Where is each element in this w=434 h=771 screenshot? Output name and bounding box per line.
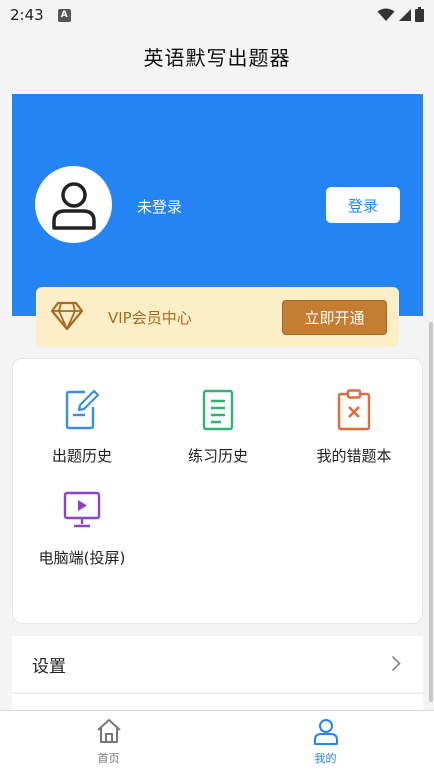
tab-home[interactable]: 首页 [0, 711, 217, 771]
avatar[interactable] [35, 166, 112, 243]
settings-label: 设置 [32, 656, 66, 677]
profile-scroll-area[interactable]: 未登录 登录 VIP会员中心 立即开通 出题历史 练习历史 我的错题本 电脑端(… [0, 82, 434, 710]
battery-icon [415, 7, 424, 22]
login-button[interactable]: 登录 [326, 187, 400, 223]
chevron-right-icon [391, 655, 401, 672]
grid-item-label: 出题历史 [51, 447, 112, 465]
grid-item-label: 我的错题本 [316, 447, 392, 465]
vip-activate-button[interactable]: 立即开通 [282, 300, 387, 335]
vip-banner[interactable]: VIP会员中心 立即开通 [36, 287, 399, 347]
grid-item-question-history[interactable]: 出题历史 [17, 389, 147, 479]
monitor-play-icon [63, 491, 101, 528]
edit-document-icon [65, 389, 99, 430]
tab-mine[interactable]: 我的 [217, 711, 434, 771]
grid-item-mistake-book[interactable]: 我的错题本 [289, 389, 419, 479]
feature-grid: 出题历史 练习历史 我的错题本 电脑端(投屏) [12, 358, 423, 624]
status-bar: 2:43 A [0, 0, 434, 30]
settings-row[interactable]: 设置 [12, 636, 423, 692]
home-icon [96, 719, 121, 743]
bottom-tab-bar: 首页 我的 [0, 710, 434, 771]
next-list-row[interactable] [12, 693, 423, 710]
username-text: 未登录 [137, 198, 183, 216]
tab-mine-label: 我的 [314, 752, 337, 765]
user-icon [313, 719, 338, 745]
clipboard-x-icon [337, 389, 371, 431]
status-time: 2:43 [10, 6, 44, 24]
scrollbar[interactable] [429, 322, 433, 702]
grid-item-desktop-cast[interactable]: 电脑端(投屏) [17, 491, 147, 581]
tab-home-label: 首页 [97, 752, 120, 765]
grid-item-label: 电脑端(投屏) [38, 549, 126, 567]
status-indicators [377, 7, 424, 22]
profile-header: 未登录 登录 [12, 94, 423, 316]
diamond-icon [50, 301, 84, 331]
page-title: 英语默写出题器 [143, 45, 291, 70]
wifi-icon [377, 8, 395, 21]
notification-app-icon: A [57, 8, 71, 22]
vip-label: VIP会员中心 [108, 309, 192, 327]
app-header: 英语默写出题器 [0, 30, 434, 82]
list-document-icon [202, 389, 234, 431]
grid-item-label: 练习历史 [187, 447, 248, 465]
cell-signal-icon [399, 8, 411, 21]
user-avatar-icon [51, 181, 96, 230]
grid-item-practice-history[interactable]: 练习历史 [153, 389, 283, 479]
